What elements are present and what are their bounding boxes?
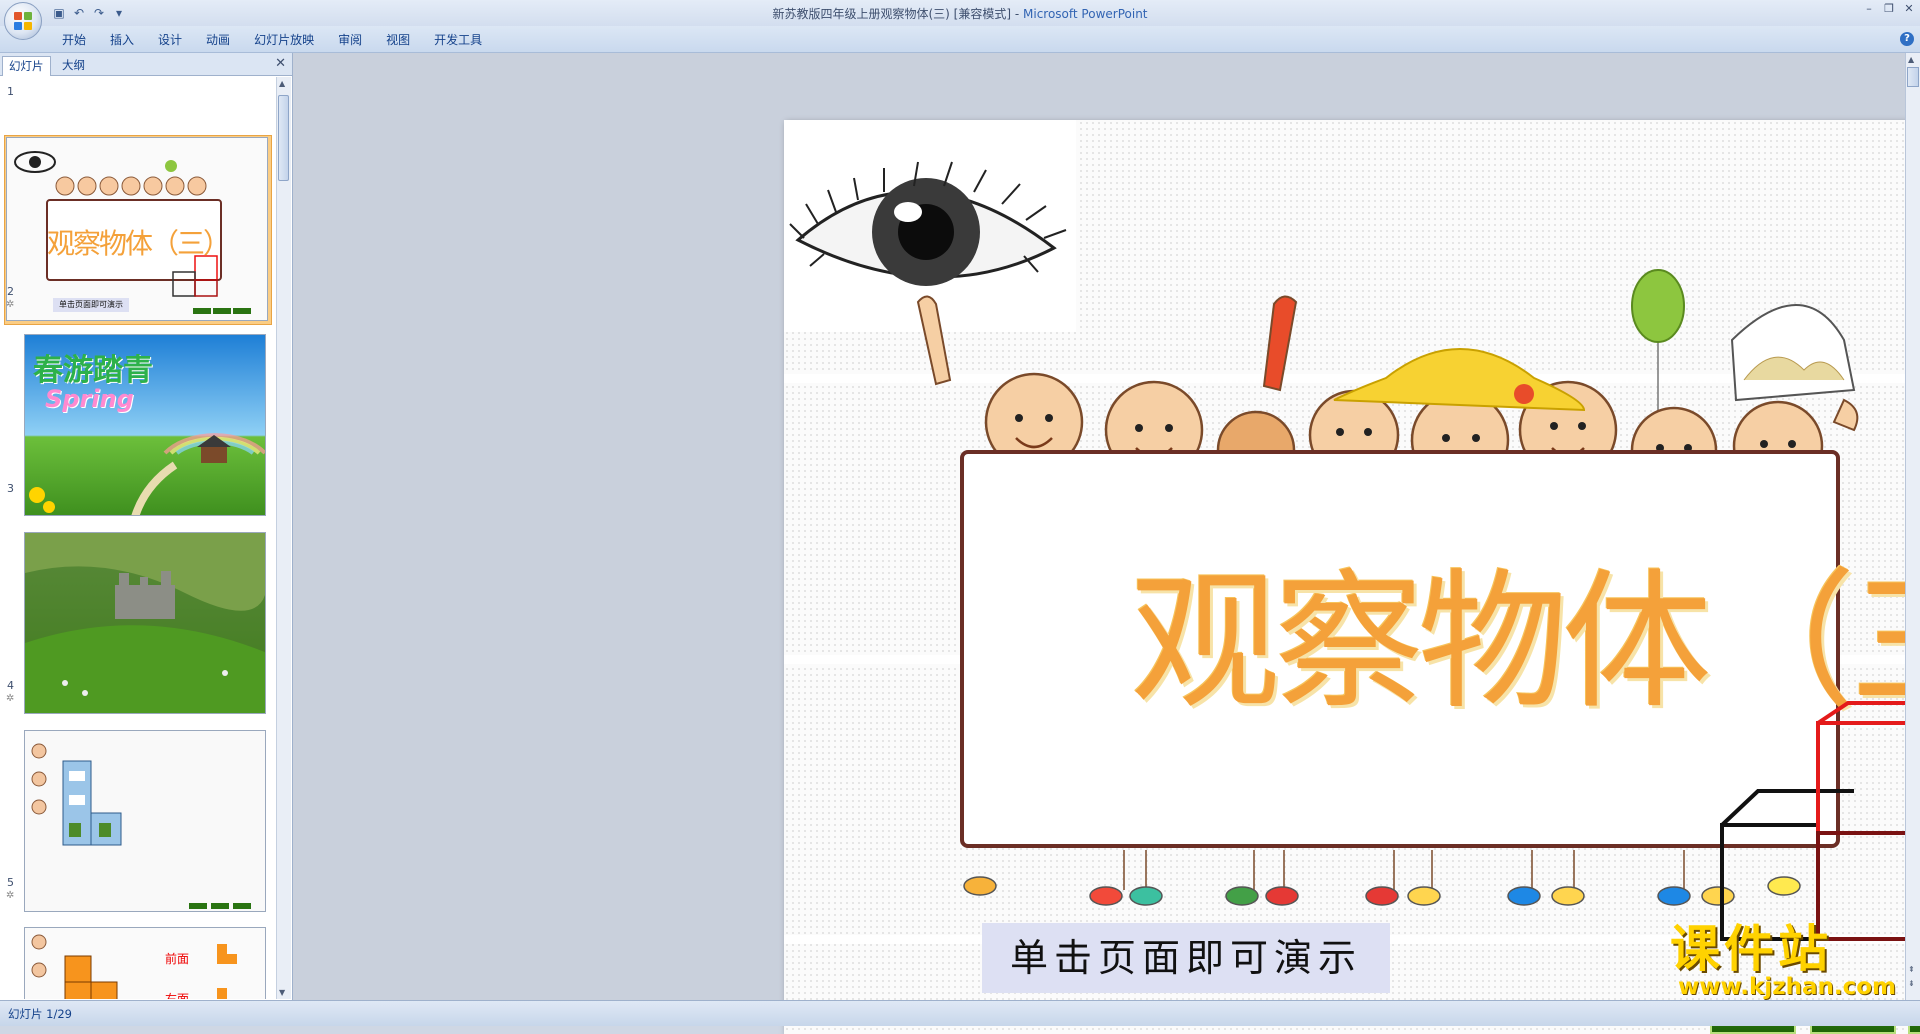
slide-title[interactable]: 观察物体（三）	[1130, 538, 1920, 748]
ribbon-tabs: 开始 插入 设计 动画 幻灯片放映 审阅 视图 开发工具	[50, 30, 494, 50]
window-controls: – ❐ ✕	[1862, 2, 1916, 16]
tab-slides[interactable]: 幻灯片	[2, 56, 51, 76]
scroll-down-icon[interactable]: ▼	[279, 988, 285, 997]
document-name: 新苏教版四年级上册观察物体(三) [兼容模式]	[772, 7, 1012, 21]
panel-tabs: 幻灯片 大纲 ✕	[0, 53, 292, 76]
office-logo-icon	[14, 12, 32, 30]
thumbnail-5-art	[25, 928, 265, 999]
thumbnail-4-art	[25, 731, 265, 911]
office-button[interactable]	[4, 2, 42, 40]
thumbnail-number: 1	[7, 85, 14, 98]
tab-developer[interactable]: 开发工具	[422, 30, 494, 50]
slide-thumbnail-5[interactable]: 前面 右面	[24, 927, 266, 999]
next-slide-icon[interactable]: ⇟	[1908, 979, 1915, 988]
thumbnail-number: 2	[7, 285, 14, 298]
animation-star-icon: ✲	[6, 693, 15, 704]
thumbnail-2-caption: 春游踏青	[33, 353, 153, 388]
close-panel-icon[interactable]: ✕	[275, 56, 286, 71]
scroll-up-icon[interactable]: ▲	[1908, 55, 1914, 64]
animation-star-icon: ✲	[6, 890, 15, 901]
slides-panel: 幻灯片 大纲 ✕ 1 观察物体（三） 单击页面即可演示 2 ✲ 春游踏青 Spr…	[0, 53, 293, 1000]
slide-thumbnail-1[interactable]: 观察物体（三） 单击页面即可演示	[6, 137, 268, 321]
tab-home[interactable]: 开始	[50, 30, 98, 50]
tab-outline[interactable]: 大纲	[56, 56, 91, 75]
tab-slideshow[interactable]: 幻灯片放映	[242, 30, 326, 50]
watermark-url: www.kjzhan.com	[1678, 974, 1896, 1000]
thumbnail-number: 5	[7, 876, 14, 889]
slide-editing-area: 观察物体（三） 单击页面即可演示 返回目录 下一页 结束放	[293, 53, 1920, 1034]
thumbnail-number: 4	[7, 679, 14, 692]
scrollbar-thumb[interactable]	[1907, 67, 1919, 87]
title-separator: -	[1011, 7, 1023, 21]
slide-thumbnail-2[interactable]: 春游踏青 Spring	[24, 334, 266, 516]
thumbnail-1-title: 观察物体（三）	[47, 227, 231, 260]
tab-design[interactable]: 设计	[146, 30, 194, 50]
close-icon[interactable]: ✕	[1902, 2, 1916, 16]
title-bar: ▣ ↶ ↷ ▾ 新苏教版四年级上册观察物体(三) [兼容模式] - Micros…	[0, 0, 1920, 40]
animation-star-icon: ✲	[6, 299, 15, 310]
thumbnail-list: 1 观察物体（三） 单击页面即可演示 2 ✲ 春游踏青 Spring 3 4 ✲…	[0, 77, 276, 999]
watermark-logo: 课件站	[1670, 920, 1832, 978]
thumbnail-1-hint: 单击页面即可演示	[59, 300, 123, 309]
slide-thumbnail-4[interactable]	[24, 730, 266, 912]
window-title: 新苏教版四年级上册观察物体(三) [兼容模式] - Microsoft Powe…	[0, 5, 1920, 22]
thumbnail-number: 3	[7, 482, 14, 495]
site-watermark: 课件站 www.kjzhan.com	[1670, 921, 1915, 1001]
slide-counter: 幻灯片 1/29	[8, 1007, 72, 1021]
minimize-icon[interactable]: –	[1862, 2, 1876, 16]
ribbon: 开始 插入 设计 动画 幻灯片放映 审阅 视图 开发工具 ?	[0, 26, 1920, 53]
tab-animations[interactable]: 动画	[194, 30, 242, 50]
restore-icon[interactable]: ❐	[1882, 2, 1896, 16]
current-slide[interactable]: 观察物体（三） 单击页面即可演示 返回目录 下一页 结束放	[784, 120, 1920, 1034]
thumbnail-scrollbar[interactable]: ▲ ▼	[276, 77, 291, 999]
scrollbar-thumb[interactable]	[278, 95, 289, 181]
thumbnail-2-caption-en: Spring	[45, 385, 134, 413]
previous-slide-icon[interactable]: ⇞	[1908, 965, 1915, 974]
thumbnail-5-label-front: 前面	[165, 952, 190, 966]
thumbnail-5-label-right: 右面	[165, 992, 190, 999]
click-to-present-hint[interactable]: 单击页面即可演示	[982, 923, 1390, 993]
tab-insert[interactable]: 插入	[98, 30, 146, 50]
cube-stack-illustration	[1720, 701, 1920, 941]
app-name: Microsoft PowerPoint	[1023, 7, 1148, 21]
slide-thumbnail-3[interactable]	[24, 532, 266, 714]
thumbnail-3-art	[25, 533, 265, 713]
help-icon[interactable]: ?	[1900, 32, 1914, 46]
scroll-up-icon[interactable]: ▲	[279, 79, 285, 88]
tab-view[interactable]: 视图	[374, 30, 422, 50]
tab-review[interactable]: 审阅	[326, 30, 374, 50]
slide-scrollbar[interactable]: ▲ ⇞ ⇟	[1905, 53, 1920, 1000]
status-bar: 幻灯片 1/29	[0, 1000, 1920, 1026]
